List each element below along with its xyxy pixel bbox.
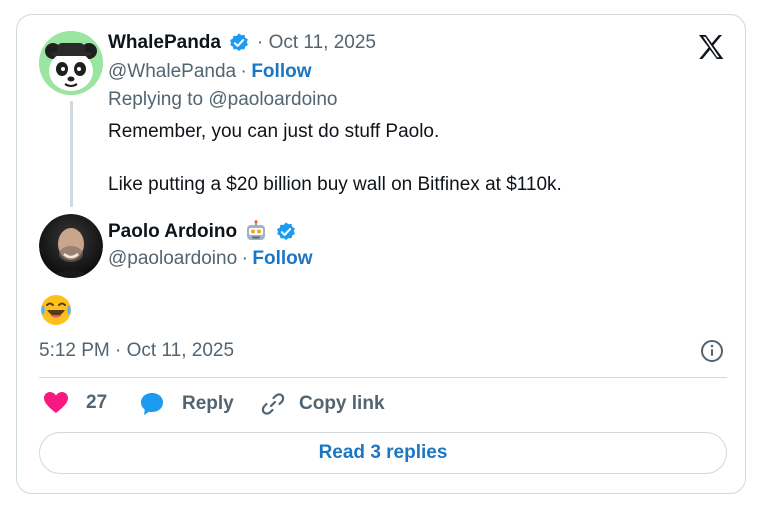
- reply-handle[interactable]: @paoloardoino: [108, 248, 237, 269]
- reply-handle-row: @paoloardoino · Follow: [108, 248, 313, 270]
- thread-connector-line: [70, 101, 73, 207]
- link-icon: [260, 391, 286, 417]
- x-logo-icon[interactable]: [696, 32, 726, 67]
- copy-link-label: Copy link: [299, 393, 385, 414]
- reply-label: Reply: [182, 393, 234, 414]
- reply-display-name[interactable]: Paolo Ardoino: [108, 221, 237, 243]
- parent-handle-row: @WhalePanda · Follow: [108, 61, 311, 83]
- reply-author-header: Paolo Ardoino: [108, 220, 297, 244]
- parent-handle[interactable]: @WhalePanda: [108, 61, 236, 82]
- read-replies-button[interactable]: Read 3 replies: [39, 432, 727, 474]
- follow-whalepanda-button[interactable]: Follow: [251, 61, 311, 82]
- verified-badge-icon: [228, 32, 250, 54]
- replying-to-label: Replying to @paoloardoino: [108, 89, 338, 110]
- panda-avatar-icon: [39, 31, 103, 95]
- person-avatar-icon: [39, 214, 103, 278]
- whalepanda-avatar[interactable]: [39, 31, 103, 95]
- reply-timestamp[interactable]: 5:12 PM · Oct 11, 2025: [39, 340, 234, 362]
- parent-display-name[interactable]: WhalePanda: [108, 32, 221, 54]
- robot-emoji-icon: [244, 220, 268, 244]
- verified-badge-icon: [275, 221, 297, 243]
- paoloardoino-avatar[interactable]: [39, 214, 103, 278]
- read-replies-label: Read 3 replies: [318, 442, 448, 463]
- like-count: 27: [86, 392, 108, 413]
- heart-icon: [43, 391, 69, 415]
- actions-divider: [39, 377, 727, 378]
- copy-link-action[interactable]: Copy link: [260, 391, 385, 417]
- speech-bubble-icon: [139, 391, 165, 417]
- handle-separator: ·: [240, 61, 247, 82]
- parent-tweet-text-line1: Remember, you can just do stuff Paolo.: [108, 121, 440, 142]
- reply-emoji-icon: 😂: [39, 293, 73, 332]
- parent-tweet-text-line2: Like putting a $20 billion buy wall on B…: [108, 174, 562, 195]
- parent-tweet-header: WhalePanda · Oct 11, 2025: [108, 32, 376, 54]
- parent-tweet-date[interactable]: · Oct 11, 2025: [257, 32, 376, 54]
- info-icon[interactable]: [700, 339, 724, 368]
- handle-separator: ·: [241, 248, 248, 269]
- reply-action[interactable]: Reply: [139, 391, 234, 417]
- follow-paoloardoino-button[interactable]: Follow: [252, 248, 312, 269]
- like-action[interactable]: 27: [43, 391, 107, 415]
- embedded-tweet-card: WhalePanda · Oct 11, 2025 @WhalePanda · …: [16, 14, 746, 494]
